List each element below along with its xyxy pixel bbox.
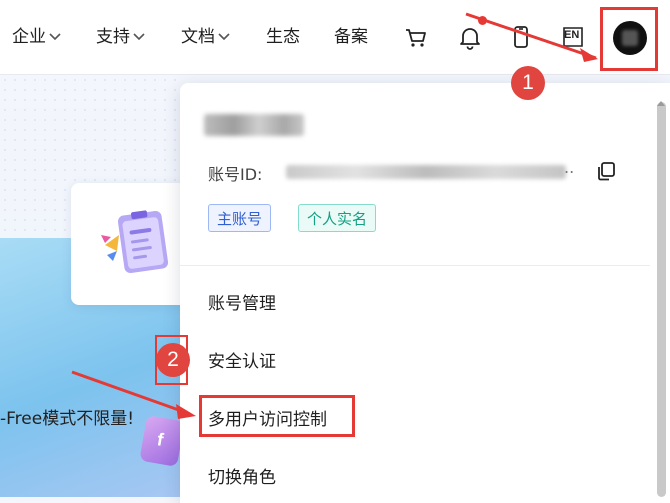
menu-account-management[interactable]: 账号管理 — [208, 289, 276, 314]
chevron-down-icon — [49, 33, 61, 41]
nav-ecosystem-label: 生态 — [266, 27, 300, 47]
cart-icon[interactable] — [403, 24, 429, 50]
step-2-marker: 2 — [156, 343, 190, 377]
language-icon[interactable]: EN — [560, 24, 586, 50]
scroll-up-icon[interactable] — [655, 98, 667, 108]
promo-card-letter: f — [155, 429, 165, 451]
account-id-ellipsis: .. — [564, 158, 575, 177]
bell-icon[interactable] — [457, 24, 483, 50]
menu-switch-role[interactable]: 切换角色 — [208, 463, 276, 488]
nav-enterprise[interactable]: 企业 — [12, 24, 61, 50]
step1-highlight-box — [600, 7, 658, 71]
nav-docs-label: 文档 — [181, 27, 215, 47]
nav-enterprise-label: 企业 — [12, 27, 46, 47]
account-id-label: 账号ID: — [208, 165, 263, 184]
questionnaire-illustration-icon — [101, 210, 169, 274]
copy-icon[interactable] — [595, 160, 617, 182]
dropdown-divider — [180, 265, 650, 266]
promo-text: -Free模式不限量! — [0, 409, 135, 429]
nav-support-label: 支持 — [96, 27, 130, 47]
language-label: EN — [564, 29, 580, 41]
scrollbar-thumb[interactable] — [657, 102, 666, 497]
nav-filing-label: 备案 — [334, 27, 368, 47]
menu-security-auth[interactable]: 安全认证 — [208, 347, 276, 372]
step-1-marker: 1 — [511, 66, 545, 100]
step2-highlight-box — [199, 395, 355, 437]
badge-main-account: 主账号 — [208, 204, 272, 232]
nav-support[interactable]: 支持 — [96, 24, 145, 50]
chevron-down-icon — [133, 33, 145, 41]
nav-ecosystem[interactable]: 生态 — [266, 24, 300, 50]
nav-docs[interactable]: 文档 — [181, 24, 230, 50]
account-id-redacted — [286, 165, 566, 179]
notification-dot — [478, 16, 487, 25]
promo-card-3d: f — [139, 415, 185, 467]
phone-icon[interactable] — [508, 24, 534, 50]
username-redacted — [204, 114, 304, 136]
chevron-down-icon — [218, 33, 230, 41]
nav-filing[interactable]: 备案 — [334, 24, 368, 50]
badge-verified: 个人实名 — [298, 204, 377, 232]
